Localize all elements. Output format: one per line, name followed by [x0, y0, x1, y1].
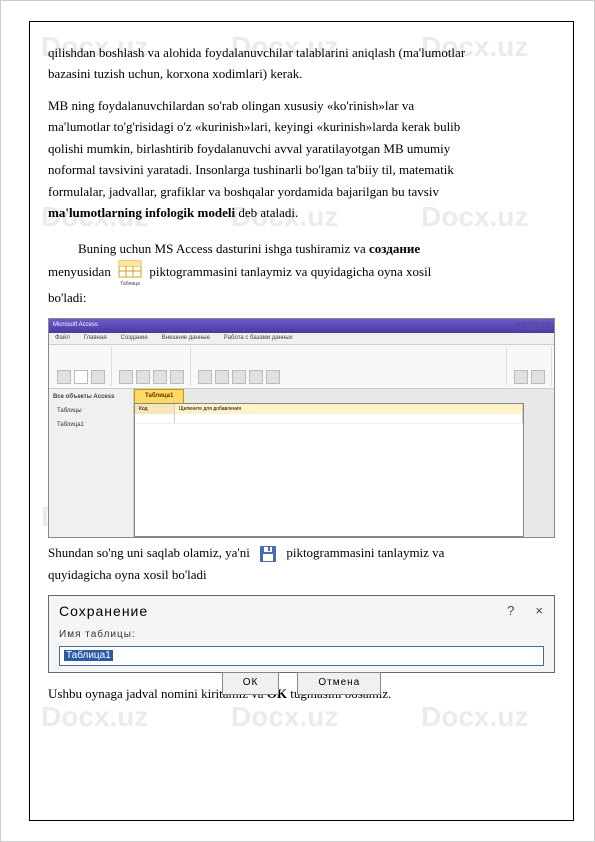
menu-item[interactable]: Главная [84, 334, 107, 344]
column-header[interactable]: Щелкните для добавления [175, 404, 523, 414]
bold-text: ma'lumotlarning infologik modeli [48, 205, 235, 220]
ribbon-icon[interactable] [153, 370, 167, 384]
text: ma'lumotlar to'g'risidagi o'z «kurinish»… [48, 119, 460, 134]
save-dialog: Сохранение ? × Имя таблицы: Таблица1 ОК … [48, 595, 555, 673]
text: qolishi mumkin, birlashtirib foydalanuvc… [48, 141, 450, 156]
ok-button[interactable]: ОК [222, 672, 280, 695]
paragraph-2: MB ning foydalanuvchilardan so'rab oling… [48, 95, 555, 224]
bold-text: создание [369, 241, 420, 256]
dialog-label: Имя таблицы: [49, 627, 554, 644]
ribbon-icon[interactable] [57, 370, 71, 384]
close-icon[interactable] [540, 322, 550, 330]
cell[interactable] [175, 414, 523, 423]
window-buttons [516, 322, 550, 330]
column-header[interactable]: Код [135, 404, 175, 414]
menu-item[interactable]: Создание [121, 334, 148, 344]
titlebar: Microsoft Access [49, 319, 554, 333]
text: Buning uchun MS Access dasturini ishga t… [78, 241, 369, 256]
paragraph-3: Buning uchun MS Access dasturini ishga t… [48, 238, 555, 309]
minimize-icon[interactable] [516, 322, 526, 330]
text: piktogrammasini tanlaymiz va [286, 545, 444, 560]
ribbon-icon[interactable] [232, 370, 246, 384]
menubar: Файл Главная Создание Внешние данные Раб… [49, 333, 554, 345]
menu-item[interactable]: Работа с базами данных [224, 334, 293, 344]
grid-header: Код Щелкните для добавления [135, 404, 523, 414]
ribbon-icon[interactable] [266, 370, 280, 384]
text: menyusidan [48, 264, 114, 279]
close-icon[interactable]: × [535, 600, 544, 623]
text: quyidagicha oyna xosil bo'ladi [48, 567, 207, 582]
ribbon-icon[interactable] [91, 370, 105, 384]
text: Shundan so'ng uni saqlab olamiz, ya'ni [48, 545, 253, 560]
ribbon-group [51, 347, 112, 386]
page-border: qilishdan boshlash va alohida foydalanuv… [29, 21, 574, 821]
save-icon [259, 545, 277, 563]
ribbon-icon[interactable] [514, 370, 528, 384]
paragraph-1: qilishdan boshlash va alohida foydalanuv… [48, 42, 555, 85]
sidebar-header: Все объекты Access [51, 391, 131, 405]
menu-item[interactable]: Файл [55, 334, 70, 344]
cell[interactable] [135, 414, 175, 423]
ribbon-group [192, 347, 507, 386]
text: bo'ladi: [48, 290, 86, 305]
ribbon-icon[interactable] [136, 370, 150, 384]
ribbon-icon[interactable] [531, 370, 545, 384]
input-value: Таблица1 [64, 650, 113, 661]
ribbon-group [508, 347, 552, 386]
text: bazasini tuzish uchun, korxona xodimlari… [48, 66, 303, 81]
datasheet: Код Щелкните для добавления [134, 403, 524, 537]
text: piktogrammasini tanlaymiz va quyidagicha… [149, 264, 431, 279]
sidebar-item[interactable]: Таблицы [51, 405, 131, 419]
ribbon-icon[interactable] [215, 370, 229, 384]
text: MB ning foydalanuvchilardan so'rab oling… [48, 98, 414, 113]
dialog-titlebar: Сохранение ? × [49, 596, 554, 627]
dialog-buttons: ОК Отмена [49, 672, 554, 695]
access-screenshot: Microsoft Access Файл Главная Создание В… [48, 318, 555, 538]
maximize-icon[interactable] [528, 322, 538, 330]
app-title: Microsoft Access [53, 321, 98, 331]
menu-item[interactable]: Внешние данные [162, 334, 210, 344]
ribbon [49, 345, 554, 389]
sidebar: Все объекты Access Таблицы Таблица1 [49, 389, 134, 537]
tab-area: Таблица1 Код Щелкните для добавления [134, 389, 554, 537]
ribbon-group [113, 347, 191, 386]
table-name-input[interactable]: Таблица1 [59, 646, 544, 667]
ribbon-icon[interactable] [74, 370, 88, 384]
help-icon[interactable]: ? [507, 600, 515, 623]
text: qilishdan boshlash va alohida foydalanuv… [48, 45, 465, 60]
table-icon: Таблица [116, 259, 144, 287]
table-row[interactable] [135, 414, 523, 424]
ribbon-icon[interactable] [198, 370, 212, 384]
sidebar-item[interactable]: Таблица1 [51, 419, 131, 433]
ribbon-icon[interactable] [119, 370, 133, 384]
text: formulalar, jadvallar, grafiklar va bosh… [48, 184, 439, 199]
dialog-title-text: Сохранение [59, 600, 148, 623]
text: noformal tavsivini yaratadi. Insonlarga … [48, 162, 454, 177]
workspace: Все объекты Access Таблицы Таблица1 Табл… [49, 389, 554, 537]
paragraph-4: Shundan so'ng uni saqlab olamiz, ya'ni p… [48, 542, 555, 585]
text: deb ataladi. [235, 205, 298, 220]
ribbon-icon[interactable] [249, 370, 263, 384]
svg-text:Таблица: Таблица [120, 281, 140, 287]
ribbon-icon[interactable] [170, 370, 184, 384]
cancel-button[interactable]: Отмена [297, 672, 381, 695]
